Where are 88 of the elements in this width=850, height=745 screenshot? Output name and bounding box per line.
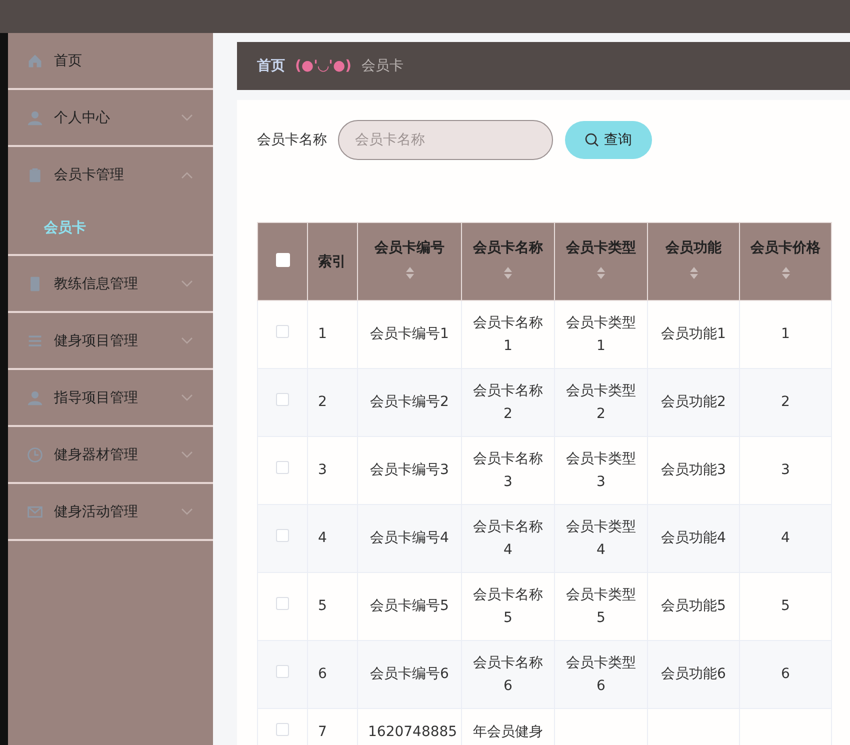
sort-icon — [780, 266, 790, 280]
search-icon — [585, 133, 599, 147]
table-cell: 会员卡名称5 — [473, 587, 543, 626]
clock-icon — [27, 446, 43, 462]
search-field[interactable]: 会员卡名称 — [338, 120, 553, 160]
clipboard-icon — [27, 166, 43, 182]
table-cell: 会员卡类型6 — [566, 655, 636, 694]
chevron-icon — [181, 114, 193, 122]
breadcrumb-separator: (●'◡'●) — [295, 58, 352, 74]
list-icon — [27, 332, 43, 348]
table-cell: 4 — [781, 530, 790, 546]
column-header[interactable]: 会员功能 — [648, 222, 740, 300]
row-checkbox[interactable] — [276, 597, 289, 610]
chevron-icon — [181, 508, 193, 516]
sidebar-menu-item[interactable]: 指导项目管理 — [8, 370, 213, 427]
chevron-icon — [181, 170, 193, 178]
table-cell: 会员卡编号1 — [370, 326, 449, 342]
column-header[interactable]: 会员卡类型 — [554, 222, 648, 300]
table-cell: 会员卡名称2 — [473, 383, 543, 422]
table-cell: 会员卡编号6 — [370, 666, 449, 682]
user-icon — [27, 390, 43, 406]
sidebar-menu-item[interactable]: 首页 — [8, 33, 213, 90]
sort-icon — [596, 266, 606, 280]
table-cell: 2 — [781, 394, 790, 410]
column-header[interactable]: 索引 — [308, 222, 358, 300]
table-cell: 1620748885 — [368, 724, 458, 740]
row-checkbox[interactable] — [276, 529, 289, 542]
table-cell: 会员卡类型1 — [566, 315, 636, 354]
sidebar-menu-item[interactable]: 教练信息管理 — [8, 256, 213, 313]
sidebar-menu-item[interactable]: 健身器材管理 — [8, 427, 213, 484]
sidebar-menu-item[interactable]: 健身项目管理 — [8, 313, 213, 370]
table-cell: 会员卡编号3 — [370, 462, 449, 478]
select-all-checkbox[interactable] — [276, 252, 290, 266]
table-cell: 会员卡类型2 — [566, 383, 636, 422]
sidebar-menu-item[interactable]: 个人中心 — [8, 90, 213, 147]
chevron-icon — [181, 450, 193, 458]
search-label: 会员卡名称 — [257, 131, 327, 149]
table-cell: 会员卡名称3 — [473, 451, 543, 490]
column-header[interactable]: 会员卡价格 — [740, 222, 832, 300]
table-cell: 会员卡类型5 — [566, 587, 636, 626]
row-checkbox[interactable] — [276, 325, 289, 338]
user-icon — [27, 110, 43, 126]
table-cell: 年会员健身 — [473, 724, 543, 740]
table-cell: 6 — [318, 666, 327, 682]
breadcrumb-link[interactable]: 首页 — [257, 57, 285, 75]
table-cell: 会员功能1 — [661, 326, 726, 342]
table-cell: 会员卡类型4 — [566, 519, 636, 558]
sort-icon — [688, 266, 698, 280]
column-header[interactable]: 会员卡编号 — [358, 222, 462, 300]
home-icon — [27, 52, 43, 68]
table-cell: 2 — [318, 394, 327, 410]
row-checkbox[interactable] — [276, 461, 289, 474]
column-header[interactable]: 会员卡名称 — [462, 222, 554, 300]
table-cell: 1 — [318, 326, 327, 342]
table-cell: 会员卡编号2 — [370, 394, 449, 410]
table-cell: 会员卡名称4 — [473, 519, 543, 558]
breadcrumb-current: 会员卡 — [362, 57, 404, 75]
row-checkbox[interactable] — [276, 665, 289, 678]
sort-icon — [503, 266, 513, 280]
table-cell: 会员功能3 — [661, 462, 726, 478]
table-cell: 会员功能4 — [661, 530, 726, 546]
table-cell: 会员卡编号5 — [370, 598, 449, 614]
envelope-icon — [27, 504, 43, 520]
table-cell: 7 — [318, 724, 327, 740]
table-cell: 5 — [781, 598, 790, 614]
table-cell: 1 — [781, 326, 790, 342]
table-cell: 4 — [318, 530, 327, 546]
table-cell: 会员功能2 — [661, 394, 726, 410]
table-cell: 3 — [781, 462, 790, 478]
table-cell: 会员卡类型3 — [566, 451, 636, 490]
chevron-icon — [181, 394, 193, 402]
table-cell: 会员卡名称6 — [473, 655, 543, 694]
sidebar-menu-item[interactable]: 会员卡管理 — [8, 147, 213, 202]
table-cell: 会员卡名称1 — [473, 315, 543, 354]
row-checkbox[interactable] — [276, 723, 289, 736]
table-cell: 会员功能5 — [661, 598, 726, 614]
table-cell: 5 — [318, 598, 327, 614]
sort-icon — [404, 266, 414, 280]
search-button[interactable]: 查询 — [565, 121, 652, 159]
table-cell: 6 — [781, 666, 790, 682]
table-cell: 3 — [318, 462, 327, 478]
table-cell: 会员功能6 — [661, 666, 726, 682]
row-checkbox[interactable] — [276, 393, 289, 406]
table-cell: 会员卡编号4 — [370, 530, 449, 546]
chevron-icon — [181, 280, 193, 288]
sidebar-menu-item[interactable]: 健身活动管理 — [8, 484, 213, 541]
chevron-icon — [181, 336, 193, 344]
sidebar-submenu-item[interactable]: 会员卡 — [8, 202, 213, 254]
